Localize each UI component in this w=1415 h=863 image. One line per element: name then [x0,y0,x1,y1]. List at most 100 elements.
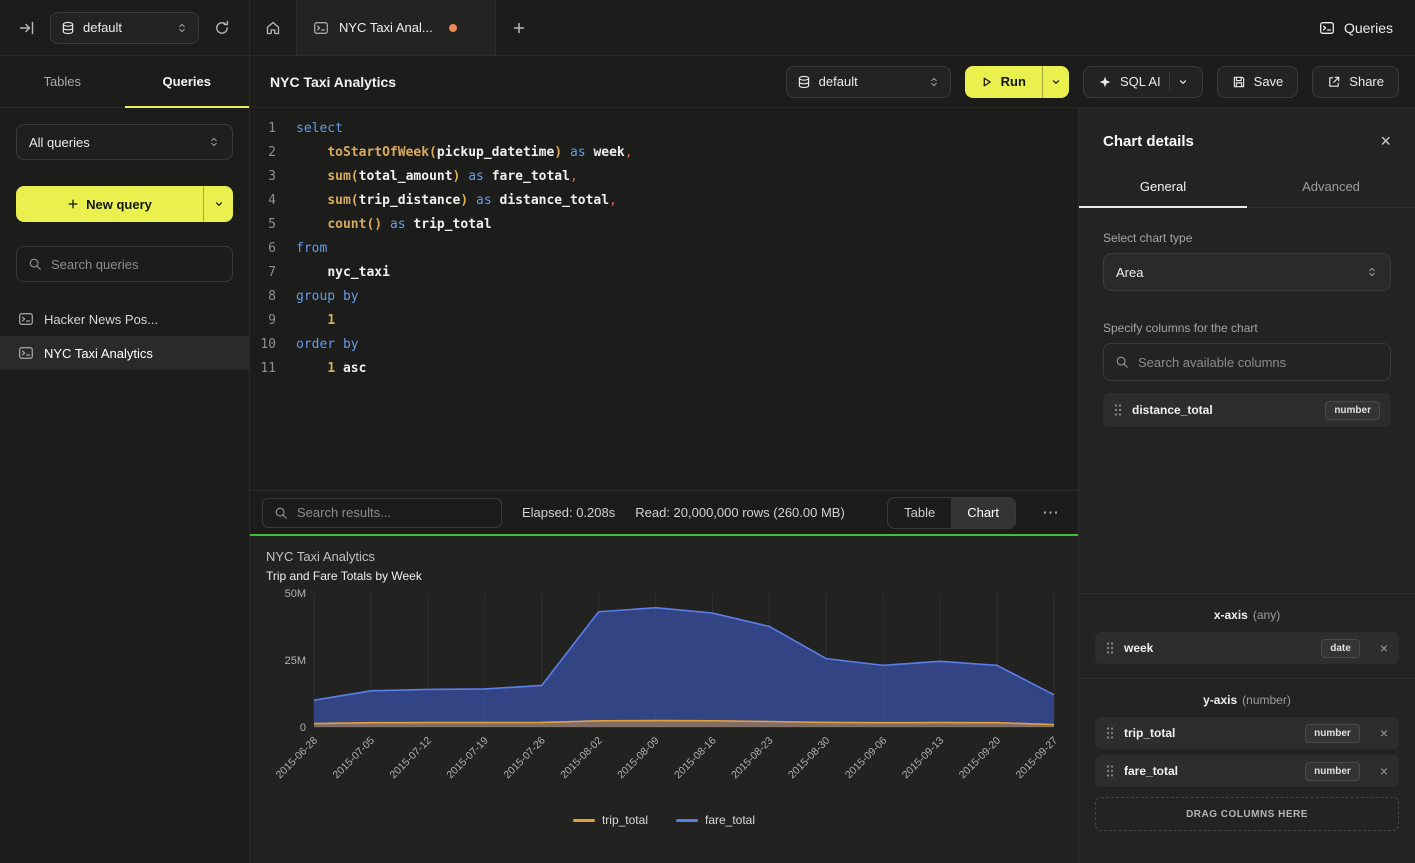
columns-search-input[interactable] [1138,355,1379,370]
database-selector[interactable]: default [50,12,199,44]
query-header: NYC Taxi Analytics default Run SQL AI [250,56,1415,108]
query-search-input[interactable] [51,257,221,272]
query-list-item-nyc-taxi[interactable]: NYC Taxi Analytics [0,336,249,370]
search-icon [28,257,42,271]
column-type-badge: number [1325,401,1380,420]
available-column-distance-total[interactable]: distance_total number [1103,393,1391,427]
more-options-button[interactable]: ⋯ [1036,503,1066,523]
field-type-badge: number [1305,724,1360,743]
remove-field-button[interactable]: × [1380,764,1388,778]
y-axis-field-trip-total[interactable]: trip_total number × [1095,717,1399,749]
topbar-right: Queries [1319,0,1415,55]
database-selector[interactable]: default [786,66,951,98]
database-icon [61,21,75,35]
y-axis-field-fare-total[interactable]: fare_total number × [1095,755,1399,787]
tab-general[interactable]: General [1079,166,1247,207]
search-icon [274,506,288,520]
svg-text:0: 0 [300,722,306,734]
query-icon [18,345,34,361]
unsaved-changes-dot [449,24,457,32]
share-label: Share [1349,74,1384,89]
line-number: 1 [250,117,296,141]
tab-nyc-taxi-analytics[interactable]: NYC Taxi Anal... [296,0,496,55]
queries-button-label: Queries [1344,20,1393,36]
code-line: 3 sum(total_amount) as fare_total, [250,165,1078,189]
svg-text:25M: 25M [285,655,306,667]
query-tab-icon [313,20,329,36]
refresh-icon [214,20,230,36]
line-number: 7 [250,261,296,285]
svg-text:2015-07-05: 2015-07-05 [331,735,378,782]
sidebar: Tables Queries All queries New query [0,56,250,863]
queries-button[interactable]: Queries [1319,20,1393,36]
sql-editor[interactable]: 1select2 toStartOfWeek(pickup_datetime) … [250,108,1078,490]
topbar-left: default [0,0,250,55]
chart-title: NYC Taxi Analytics [266,549,1062,564]
tab-advanced[interactable]: Advanced [1247,166,1415,207]
svg-text:2015-09-06: 2015-09-06 [843,735,890,782]
svg-text:2015-07-26: 2015-07-26 [501,735,548,782]
refresh-button[interactable] [207,13,237,43]
legend-item-trip_total[interactable]: trip_total [573,813,648,827]
new-query-dropdown[interactable] [203,186,233,222]
sidebar-tab-queries[interactable]: Queries [125,56,250,107]
save-button[interactable]: Save [1217,66,1299,98]
code-line: 1select [250,117,1078,141]
y-axis-label: y-axis(number) [1095,693,1399,707]
svg-text:50M: 50M [285,588,306,600]
svg-text:2015-07-12: 2015-07-12 [387,735,434,782]
svg-text:2015-09-20: 2015-09-20 [957,735,1004,782]
close-panel-button[interactable]: × [1380,132,1391,150]
drag-handle-icon [1106,641,1114,655]
results-search-input[interactable] [297,505,490,520]
sparkle-icon [1098,75,1112,89]
chevron-down-icon [1051,77,1061,87]
home-tab[interactable] [250,0,296,55]
remove-field-button[interactable]: × [1380,726,1388,740]
run-button[interactable]: Run [965,66,1069,98]
area-chart: 025M50M2015-06-282015-07-052015-07-12201… [266,587,1062,813]
chart-view-button[interactable]: Chart [951,498,1015,528]
save-icon [1232,75,1246,89]
new-tab-button[interactable] [496,0,542,55]
panel-body: Select chart type Area Specify columns f… [1079,208,1415,593]
query-item-label: NYC Taxi Analytics [44,346,153,361]
code-line: 9 1 [250,309,1078,333]
new-query-button[interactable]: New query [16,186,233,222]
field-name: week [1124,641,1153,655]
drag-columns-drop-zone[interactable]: DRAG COLUMNS HERE [1095,797,1399,831]
sidebar-tab-tables[interactable]: Tables [0,56,125,107]
run-options-dropdown[interactable] [1042,66,1069,98]
code-line: 4 sum(trip_distance) as distance_total, [250,189,1078,213]
query-filter-select[interactable]: All queries [16,124,233,160]
plus-icon [67,198,79,210]
sidebar-tabs: Tables Queries [0,56,249,108]
chart-type-value: Area [1116,265,1143,280]
drag-handle-icon [1106,726,1114,740]
remove-field-button[interactable]: × [1380,641,1388,655]
code-line: 11 1 asc [250,357,1078,381]
columns-label: Specify columns for the chart [1103,321,1391,335]
line-number: 2 [250,141,296,165]
panel-header: Chart details × [1079,108,1415,166]
chart-type-select[interactable]: Area [1103,253,1391,291]
query-list-item-hacker-news[interactable]: Hacker News Pos... [0,302,249,336]
chart-details-panel: Chart details × General Advanced Select … [1078,108,1415,863]
database-selector-value: default [83,20,122,35]
legend-item-fare_total[interactable]: fare_total [676,813,755,827]
x-axis-field-week[interactable]: week date × [1095,632,1399,664]
collapse-sidebar-button[interactable] [12,13,42,43]
share-button[interactable]: Share [1312,66,1399,98]
y-axis-block: y-axis(number) trip_total number × fare_… [1079,678,1415,863]
query-search [16,246,233,282]
sql-ai-button[interactable]: SQL AI [1083,66,1203,98]
field-type-badge: number [1305,762,1360,781]
chevron-down-icon [1178,77,1188,87]
query-filter-value: All queries [29,135,90,150]
field-type-badge: date [1321,639,1360,658]
results-search [262,498,502,528]
query-icon [18,311,34,327]
chevrons-updown-icon [928,76,940,88]
table-view-button[interactable]: Table [888,498,951,528]
panel-tabs: General Advanced [1079,166,1415,208]
